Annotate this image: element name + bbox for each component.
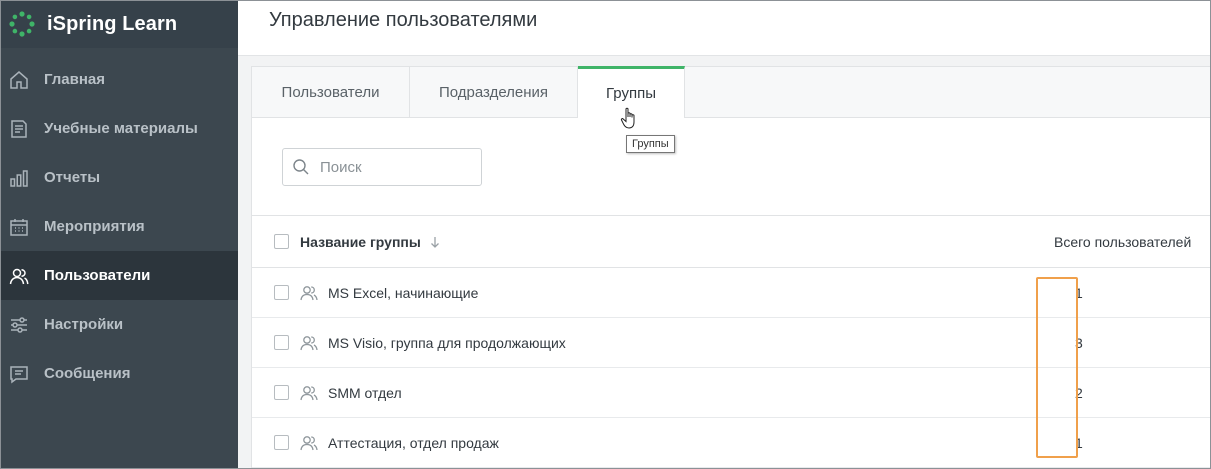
- group-icon: [300, 335, 318, 350]
- calendar-icon: [8, 216, 30, 238]
- table-row[interactable]: SMM отдел 2: [252, 368, 1211, 418]
- group-name[interactable]: SMM отдел: [328, 385, 1062, 401]
- column-header-label: Название группы: [300, 233, 421, 250]
- column-header-count[interactable]: Всего пользователей: [1054, 234, 1191, 250]
- logo[interactable]: iSpring Learn: [0, 0, 238, 48]
- home-icon: [8, 69, 30, 91]
- select-all-checkbox[interactable]: [274, 234, 289, 249]
- hand-cursor-icon: [620, 107, 635, 129]
- table-row[interactable]: MS Visio, группа для продолжающих 3: [252, 318, 1211, 368]
- group-name[interactable]: Аттестация, отдел продаж: [328, 435, 1062, 451]
- group-icon: [300, 285, 318, 300]
- sidebar-item-messages[interactable]: Сообщения: [0, 349, 238, 398]
- sidebar-item-label: Главная: [44, 71, 106, 88]
- row-checkbox[interactable]: [274, 285, 289, 300]
- group-icon: [300, 385, 318, 400]
- sidebar-item-label: Учебные материалы: [44, 120, 198, 137]
- message-icon: [8, 363, 30, 385]
- sidebar: iSpring Learn Главная Учебные материалы …: [0, 0, 238, 469]
- sidebar-item-label: Настройки: [44, 316, 124, 333]
- ispring-logo-icon: [9, 11, 35, 37]
- sidebar-item-settings[interactable]: Настройки: [0, 300, 238, 349]
- group-user-count: 1: [1075, 434, 1083, 451]
- groups-table: Название группы Всего пользователей MS E…: [252, 215, 1211, 468]
- group-name[interactable]: MS Excel, начинающие: [328, 285, 1062, 301]
- tab-bar: Пользователи Подразделения Группы: [252, 66, 1211, 118]
- group-user-count: 1: [1075, 284, 1083, 301]
- sidebar-nav: Главная Учебные материалы Отчеты Меропри…: [0, 55, 238, 398]
- group-user-count: 3: [1075, 334, 1083, 351]
- search-input[interactable]: [320, 158, 470, 176]
- table-row[interactable]: Аттестация, отдел продаж 1: [252, 418, 1211, 468]
- search-icon: [293, 159, 309, 175]
- row-checkbox[interactable]: [274, 385, 289, 400]
- sidebar-item-label: Пользователи: [44, 267, 151, 284]
- sidebar-item-reports[interactable]: Отчеты: [0, 153, 238, 202]
- users-icon: [8, 265, 30, 287]
- sidebar-item-materials[interactable]: Учебные материалы: [0, 104, 238, 153]
- row-checkbox[interactable]: [274, 435, 289, 450]
- sidebar-item-label: Отчеты: [44, 169, 101, 186]
- sidebar-item-label: Мероприятия: [44, 218, 145, 235]
- table-header: Название группы Всего пользователей: [252, 215, 1211, 268]
- sidebar-item-home[interactable]: Главная: [0, 55, 238, 104]
- sidebar-item-label: Сообщения: [44, 365, 131, 382]
- search-box[interactable]: [282, 148, 482, 186]
- column-header-name[interactable]: Название группы: [300, 234, 1030, 250]
- tooltip: Группы: [626, 135, 675, 153]
- group-name[interactable]: MS Visio, группа для продолжающих: [328, 335, 1062, 351]
- sliders-icon: [8, 314, 30, 336]
- document-icon: [8, 118, 30, 140]
- content-panel: Пользователи Подразделения Группы Группы…: [251, 66, 1211, 469]
- tab-users[interactable]: Пользователи: [252, 67, 410, 118]
- sort-arrow-down-icon[interactable]: [429, 236, 441, 248]
- tab-departments[interactable]: Подразделения: [410, 67, 578, 118]
- group-icon: [300, 435, 318, 450]
- page-title: Управление пользователями: [269, 9, 538, 31]
- page-header: Управление пользователями: [238, 0, 1211, 56]
- app-name: iSpring Learn: [47, 12, 178, 35]
- row-checkbox[interactable]: [274, 335, 289, 350]
- group-user-count: 2: [1075, 384, 1083, 401]
- sidebar-item-users[interactable]: Пользователи: [0, 251, 238, 300]
- sidebar-item-events[interactable]: Мероприятия: [0, 202, 238, 251]
- table-row[interactable]: MS Excel, начинающие 1: [252, 268, 1211, 318]
- bar-chart-icon: [8, 167, 30, 189]
